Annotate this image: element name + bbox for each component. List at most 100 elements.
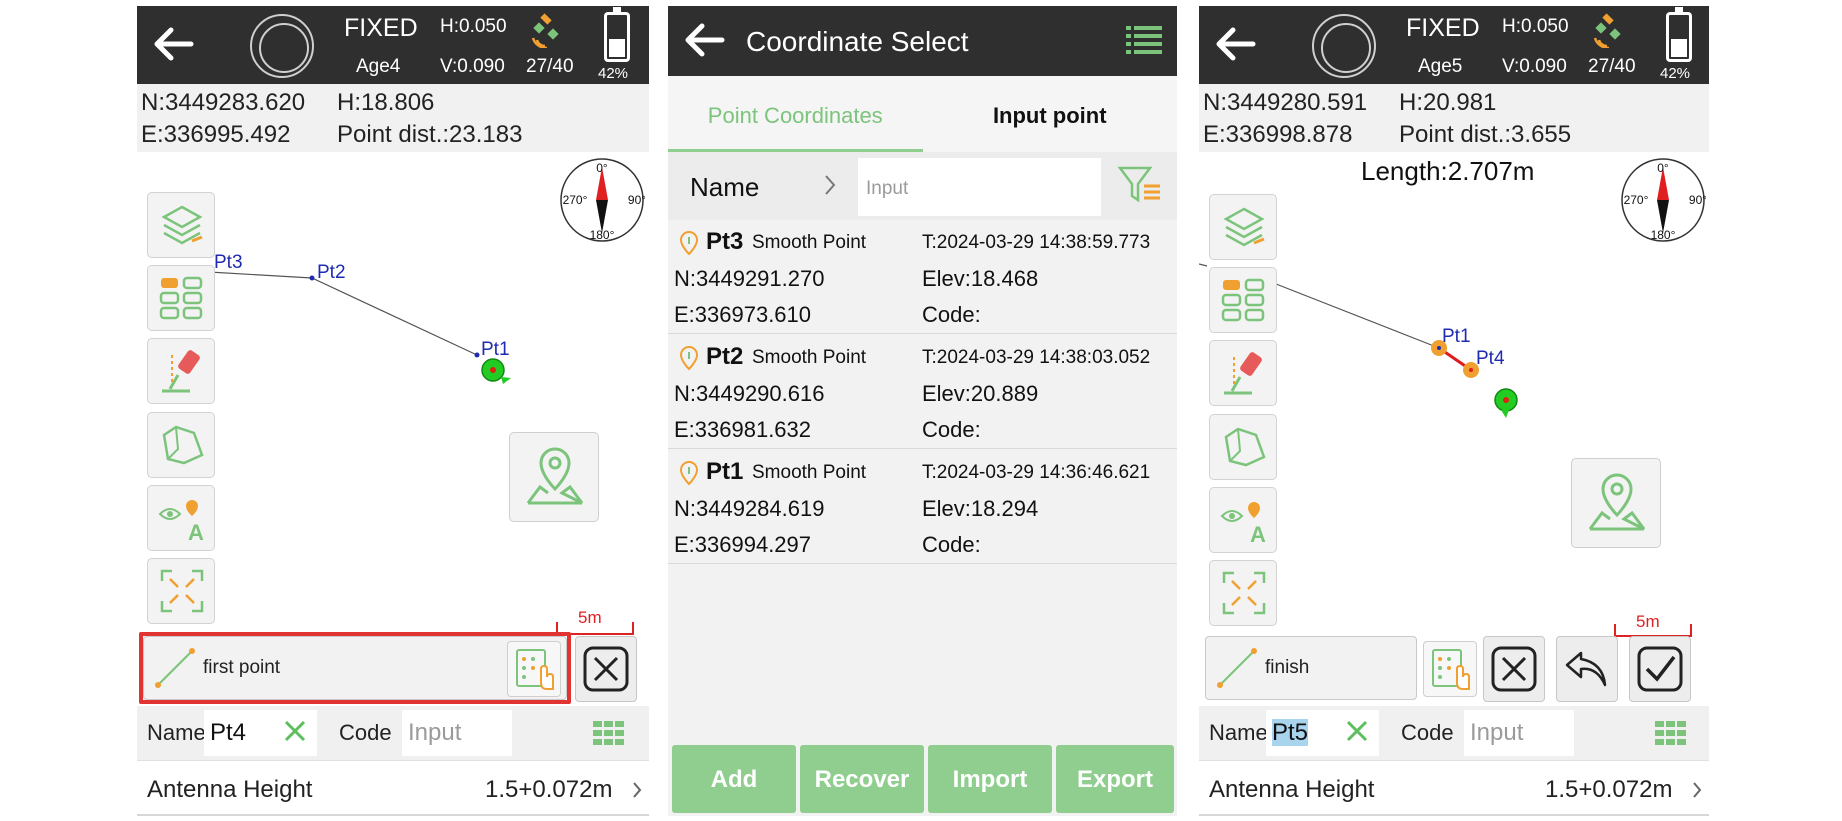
pick-point-button[interactable]: [1423, 641, 1477, 697]
tab-input-point[interactable]: Input point: [923, 76, 1178, 152]
antenna-height-row[interactable]: Antenna Height 1.5+0.072m: [1199, 760, 1709, 816]
record-type: Smooth Point: [752, 347, 867, 368]
back-arrow-icon[interactable]: [682, 20, 726, 60]
northing: N:3449280.591: [1203, 89, 1368, 116]
battery-icon: [604, 7, 630, 62]
easting: E:336998.878: [1203, 121, 1353, 148]
compass-west: 270°: [1624, 193, 1649, 207]
record-time: T:2024-03-29 14:36:46.621: [922, 462, 1151, 483]
recover-button[interactable]: Recover: [800, 745, 924, 813]
point-label-pt4: Pt4: [1476, 348, 1505, 369]
grid-menu-icon: [159, 276, 203, 320]
record-time: T:2024-03-29 14:38:59.773: [922, 232, 1151, 253]
satellite-icon: [1593, 13, 1621, 48]
export-button[interactable]: Export: [1056, 745, 1174, 813]
fix-status: FIXED: [1406, 14, 1480, 42]
locate-button[interactable]: [509, 432, 599, 522]
tool-label: finish: [1265, 657, 1310, 678]
survey-screen-right: FIXED Age5 H:0.050 V:0.090 27/40 42% N:3…: [1199, 6, 1709, 816]
filter-icon[interactable]: [1116, 160, 1164, 208]
chevron-right-icon: [633, 782, 642, 798]
area-button[interactable]: [147, 412, 215, 478]
map-view[interactable]: Length:2.707m Pt1 Pt4 0° 90° 180° 270° A…: [1199, 152, 1709, 631]
stakeout-button[interactable]: [147, 338, 215, 404]
record-northing: N:3449290.616: [674, 381, 825, 406]
point-name-row: Name Pt5 Code Input: [1199, 706, 1709, 760]
age-status: Age4: [356, 56, 401, 77]
add-button[interactable]: Add: [672, 745, 796, 813]
point-pin-icon: [679, 230, 699, 256]
coordinate-select-screen: Coordinate Select Point Coordinates Inpu…: [668, 6, 1177, 816]
record-elevation: Elev:20.889: [922, 381, 1039, 406]
chevron-right-icon[interactable]: [822, 172, 838, 198]
polygon-map-icon: [162, 425, 204, 465]
import-button[interactable]: Import: [928, 745, 1052, 813]
name-value: Pt5: [1272, 719, 1309, 746]
code-list-icon[interactable]: [592, 719, 626, 747]
easting: E:336995.492: [141, 121, 291, 148]
layers-button[interactable]: [147, 192, 215, 258]
svg-text:A: A: [1250, 522, 1266, 546]
filter-field-label[interactable]: Name: [690, 172, 759, 203]
filter-input[interactable]: Input: [858, 158, 1101, 216]
record-northing: N:3449284.619: [674, 496, 825, 521]
page-title: Coordinate Select: [746, 26, 969, 57]
antenna-height-row[interactable]: Antenna Height 1.5+0.072m: [137, 760, 649, 816]
list-menu-icon[interactable]: [1124, 22, 1164, 62]
code-input[interactable]: Input: [402, 710, 512, 756]
list-item[interactable]: Pt1 Smooth Point T:2024-03-29 14:36:46.6…: [668, 450, 1177, 564]
area-button[interactable]: [1209, 414, 1277, 480]
record-name: Pt1: [706, 458, 744, 485]
clear-icon[interactable]: [1342, 716, 1372, 746]
coordinate-readout: N:3449280.591 E:336998.878 H:20.981 Poin…: [1199, 84, 1709, 152]
h-precision: H:0.050: [440, 16, 507, 37]
point-list-pick-icon: [1432, 649, 1470, 690]
bottom-toolbar: first point: [137, 622, 649, 706]
back-arrow-icon[interactable]: [151, 24, 195, 64]
stakeout-button[interactable]: [1209, 340, 1277, 406]
list-item[interactable]: Pt3 Smooth Point T:2024-03-29 14:38:59.7…: [668, 220, 1177, 334]
back-arrow-icon[interactable]: [1213, 24, 1257, 64]
clear-icon[interactable]: [280, 716, 310, 746]
bottom-toolbar: finish: [1199, 624, 1709, 706]
toolbox-button[interactable]: [1209, 267, 1277, 333]
cancel-button[interactable]: [575, 636, 637, 702]
code-input[interactable]: Input: [1464, 710, 1574, 756]
status-header: FIXED Age4 H:0.050 V:0.090 27/40 42%: [137, 6, 649, 84]
map-view[interactable]: Pt3 Pt2 Pt1 0° 90° 180° 270° A 5m: [137, 152, 649, 630]
antenna-value: 1.5+0.072m: [1545, 776, 1673, 803]
battery-percent: 42%: [1660, 65, 1691, 82]
code-list-icon[interactable]: [1654, 719, 1688, 747]
compass-east: 90°: [628, 193, 645, 207]
line-draw-icon: [1217, 648, 1257, 688]
title-bar: Coordinate Select: [668, 6, 1177, 76]
code-label: Code: [339, 720, 392, 745]
point-distance: Point dist.:3.655: [1399, 121, 1572, 148]
label-display-button[interactable]: A: [1209, 487, 1277, 553]
tab-point-coordinates[interactable]: Point Coordinates: [668, 76, 923, 152]
svg-text:A: A: [188, 520, 204, 544]
toolbox-button[interactable]: [147, 265, 215, 331]
name-label: Name: [1209, 720, 1268, 745]
line-tool-strip[interactable]: finish: [1205, 636, 1477, 700]
v-precision: V:0.090: [440, 56, 505, 77]
confirm-button[interactable]: [1629, 636, 1691, 702]
undo-button[interactable]: [1556, 636, 1618, 702]
northing: N:3449283.620: [141, 89, 306, 116]
locate-button[interactable]: [1571, 458, 1661, 548]
point-pin-icon: [679, 345, 699, 371]
compass-north: 0°: [1657, 161, 1669, 175]
antenna-label: Antenna Height: [1209, 776, 1375, 803]
zoom-extent-button[interactable]: [147, 558, 215, 624]
signal-ring-icon: [250, 14, 314, 78]
antenna-label: Antenna Height: [147, 776, 313, 803]
record-easting: E:336994.297: [674, 532, 812, 557]
zoom-extent-button[interactable]: [1209, 560, 1277, 626]
layers-button[interactable]: [1209, 194, 1277, 260]
cancel-button[interactable]: [1483, 636, 1545, 702]
label-display-button[interactable]: A: [147, 485, 215, 551]
list-item[interactable]: Pt2 Smooth Point T:2024-03-29 14:38:03.0…: [668, 335, 1177, 449]
rover-pole-icon: [1224, 352, 1262, 395]
filter-row: Name Input: [668, 152, 1177, 220]
h-precision: H:0.050: [1502, 16, 1569, 37]
